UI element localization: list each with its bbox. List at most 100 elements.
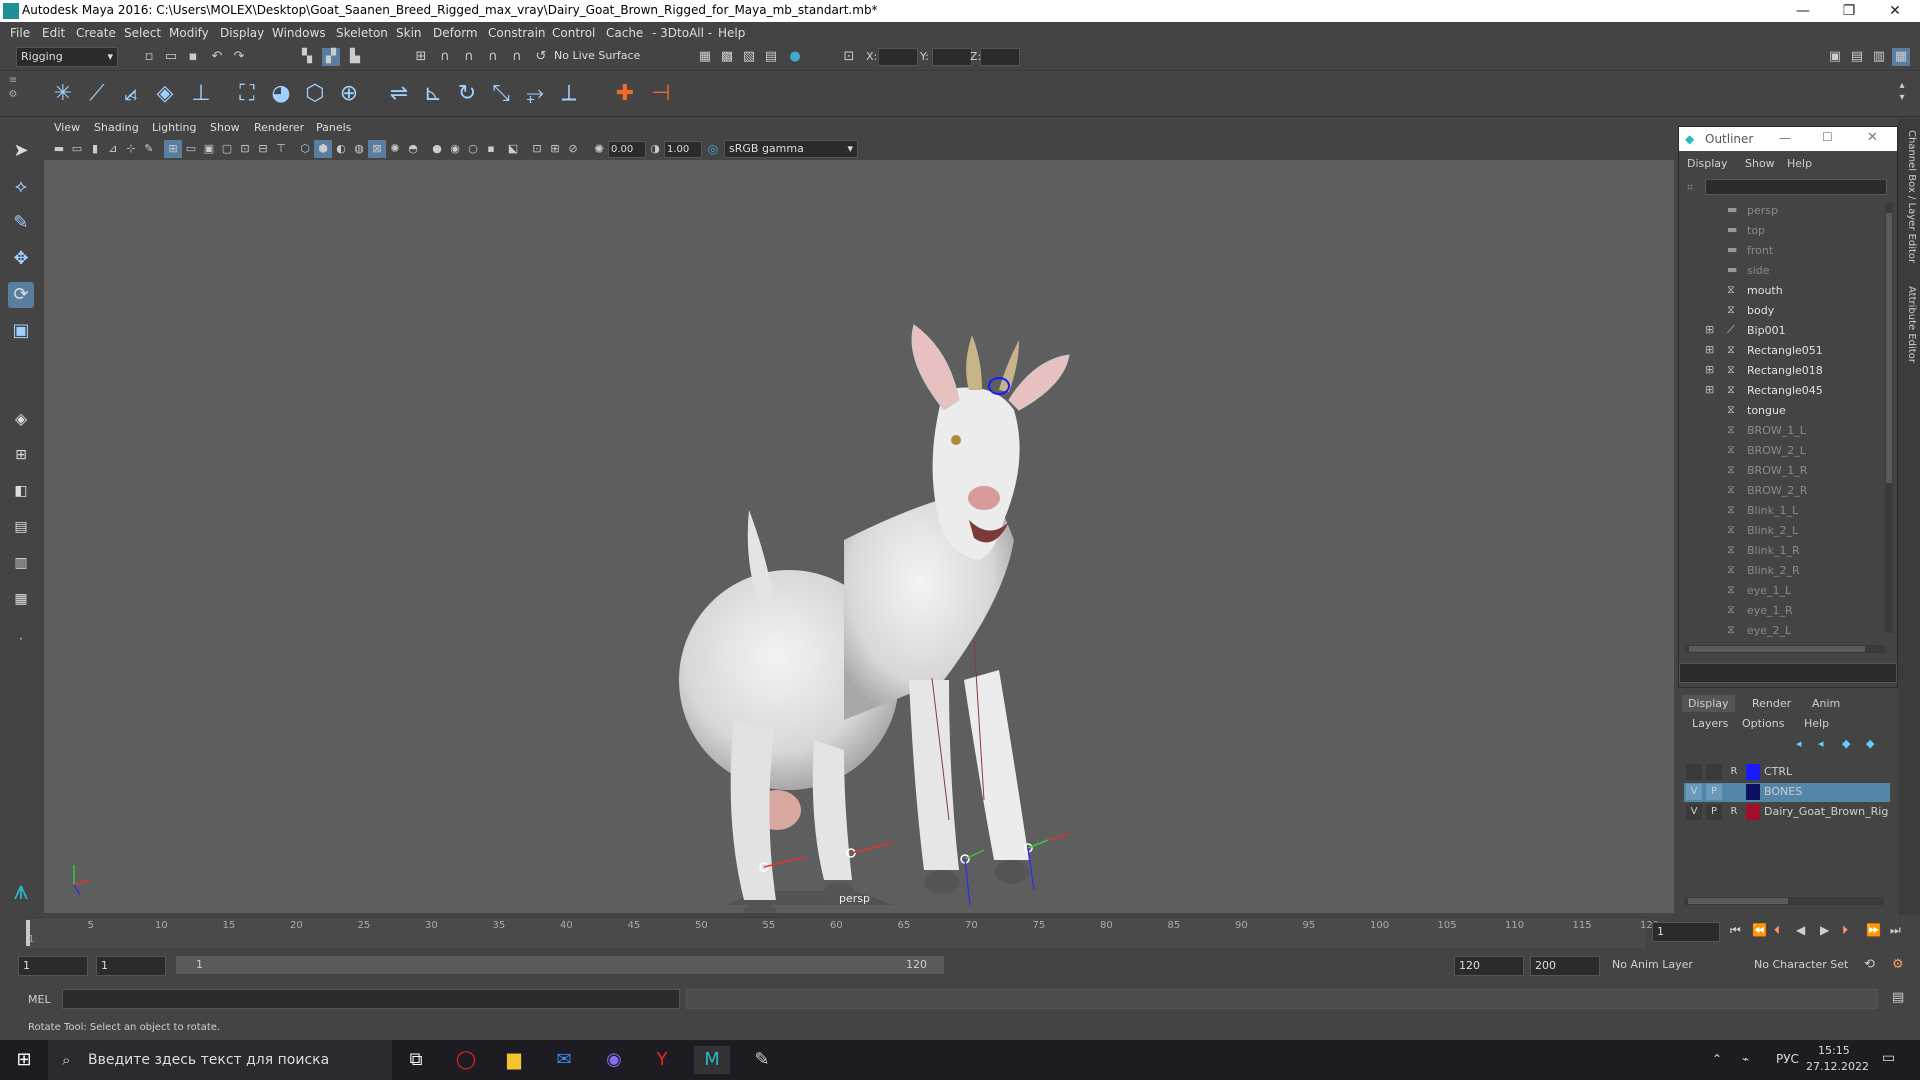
time-slider[interactable]: 1 5 10 15 20 25 30 35 40 45 50 55 60 65 70 75 80 85 90 95 10… <box>0 915 1920 950</box>
outliner-menu-display[interactable]: Display <box>1687 157 1728 170</box>
bind-skin-icon[interactable]: ⛶ <box>232 80 262 108</box>
cluster-icon[interactable]: ⊕ <box>334 80 364 108</box>
preferences-icon[interactable]: ⚙ <box>1892 957 1904 972</box>
menuset-dropdown[interactable]: Rigging ▾ <box>16 47 118 67</box>
outliner-item[interactable]: ▬ top <box>1685 221 1883 241</box>
film-gate-icon[interactable]: ▭ <box>182 140 200 158</box>
outliner-item[interactable]: ⧖ eye_2_L <box>1685 621 1883 641</box>
redo-icon[interactable]: ↷ <box>230 48 248 66</box>
menu-modify[interactable]: Modify <box>169 26 209 40</box>
layer-row[interactable]: V P BONES <box>1684 783 1890 802</box>
expand-icon[interactable]: ⊞ <box>1705 323 1714 336</box>
outliner-item[interactable]: ⧖ BROW_2_L <box>1685 441 1883 461</box>
layer-reference-toggle[interactable] <box>1726 784 1742 800</box>
play-backwards-icon[interactable]: ◀ <box>1796 923 1805 937</box>
command-input[interactable] <box>62 989 680 1009</box>
attribute-editor-toggle-icon[interactable]: ▤ <box>1848 48 1866 66</box>
panel-menu-shading[interactable]: Shading <box>94 121 139 134</box>
layer-reference-toggle[interactable]: R <box>1726 804 1742 820</box>
layer-row[interactable]: V P R Dairy_Goat_Brown_Rig <box>1684 803 1890 822</box>
character-set-dropdown[interactable]: No Character Set <box>1750 956 1864 974</box>
outliner-item[interactable]: ⧖ eye_1_L <box>1685 581 1883 601</box>
hypershade-icon[interactable]: ● <box>786 48 804 66</box>
set-driven-key-icon[interactable]: ⊣ <box>646 80 676 108</box>
backface-icon[interactable]: ⊘ <box>564 140 582 158</box>
snap-grid-icon[interactable]: ⊞ <box>412 48 430 66</box>
tool-settings-icon[interactable]: ▥ <box>1870 48 1888 66</box>
time-ruler[interactable]: 1 5 10 15 20 25 30 35 40 45 50 55 60 65 70 75 80 85 90 95 10… <box>26 917 1659 948</box>
menu-cache[interactable]: Cache <box>606 26 643 40</box>
safe-title-icon[interactable]: ⊤ <box>272 140 290 158</box>
textured-icon[interactable]: ◍ <box>350 140 368 158</box>
outliner-item[interactable]: ⧖ body <box>1685 301 1883 321</box>
panel-menu-show[interactable]: Show <box>210 121 240 134</box>
snap-surface-icon[interactable]: ∩ <box>508 48 526 66</box>
outliner-item[interactable]: ▬ side <box>1685 261 1883 281</box>
current-time-marker[interactable] <box>26 920 30 946</box>
auto-key-icon[interactable]: ⟲ <box>1864 957 1875 972</box>
gamma-field[interactable]: 1.00 <box>664 141 702 158</box>
menu-select[interactable]: Select <box>124 26 161 40</box>
maya-taskbar-icon[interactable]: M <box>694 1046 730 1074</box>
parent-constraint-icon[interactable]: ⇌ <box>384 80 414 108</box>
snap-live-icon[interactable]: ↺ <box>532 48 550 66</box>
outliner-item[interactable]: ⧖ BROW_1_L <box>1685 421 1883 441</box>
tab-anim[interactable]: Anim <box>1812 697 1840 710</box>
new-scene-icon[interactable]: ▫ <box>140 48 158 66</box>
layer-color-swatch[interactable] <box>1746 784 1760 800</box>
expand-icon[interactable]: ⊞ <box>1705 363 1714 376</box>
smooth-shade-icon[interactable]: ⬢ <box>314 140 332 158</box>
select-object-icon[interactable]: ▞ <box>322 48 340 66</box>
lasso-icon[interactable]: ⟡ <box>8 174 34 200</box>
close-button[interactable]: ✕ <box>1872 0 1918 22</box>
outliner-maximize-button[interactable]: ☐ <box>1822 130 1833 144</box>
tray-chevron-icon[interactable]: ⌃ <box>1712 1052 1722 1066</box>
outliner-menu-show[interactable]: Show <box>1745 157 1775 170</box>
layout-two-icon[interactable]: ◧ <box>8 478 34 504</box>
layer-visibility-toggle[interactable]: V <box>1686 784 1702 800</box>
move-icon[interactable]: ✥ <box>8 246 34 272</box>
opera-icon[interactable]: ◯ <box>448 1046 484 1074</box>
channel-box-toggle-icon[interactable]: ▦ <box>1892 48 1910 66</box>
task-view-icon[interactable]: ⧉ <box>398 1046 434 1074</box>
panel-menu-lighting[interactable]: Lighting <box>152 121 196 134</box>
xray-joints-icon[interactable]: ⊠ <box>368 140 386 158</box>
layer-row[interactable]: R CTRL <box>1684 763 1890 782</box>
play-forwards-icon[interactable]: ▶ <box>1820 923 1829 937</box>
snap-point-icon[interactable]: ∩ <box>460 48 478 66</box>
menu-edit[interactable]: Edit <box>42 26 65 40</box>
menu-deform[interactable]: Deform <box>433 26 478 40</box>
discord-icon[interactable]: ◉ <box>596 1046 632 1074</box>
cmd-language-label[interactable]: MEL <box>28 993 51 1006</box>
menu-display[interactable]: Display <box>220 26 264 40</box>
color-management-icon[interactable]: ◎ <box>704 140 722 158</box>
gate-mask-icon[interactable]: ▢ <box>218 140 236 158</box>
filter-icon[interactable]: ⌗ <box>1687 181 1693 195</box>
outliner-item[interactable]: ⧖ Blink_1_L <box>1685 501 1883 521</box>
shelf-scroll-icon[interactable]: ▴ ▾ <box>1894 80 1910 108</box>
layer-hscrollbar[interactable] <box>1684 897 1884 905</box>
layer-visibility-toggle[interactable]: V <box>1686 804 1702 820</box>
step-forward-key-icon[interactable]: ⏩ <box>1866 923 1881 937</box>
playback-end-field[interactable]: 120 <box>1454 956 1524 976</box>
menu-3dtoall[interactable]: - 3DtoAll - <box>652 26 712 40</box>
joint-tool-icon[interactable]: ✳ <box>48 80 78 108</box>
pole-vector-icon[interactable]: ⟂ <box>554 80 584 108</box>
outliner-item[interactable]: ⧖ Blink_1_R <box>1685 541 1883 561</box>
move-layer-down-icon[interactable]: ◂ <box>1818 737 1824 750</box>
layout-single-icon[interactable]: ◈ <box>8 406 34 432</box>
rotate-icon[interactable]: ⟳ <box>8 282 34 308</box>
script-editor-icon[interactable]: ▤ <box>1892 990 1904 1005</box>
render-frame-icon[interactable]: ▩ <box>718 48 736 66</box>
resolution-gate-icon[interactable]: ▣ <box>200 140 218 158</box>
layer-menu-options[interactable]: Options <box>1742 717 1784 730</box>
outliner-item[interactable]: ⧖ Blink_2_L <box>1685 521 1883 541</box>
lattice-icon[interactable]: ⬡ <box>300 80 330 108</box>
wireframe-icon[interactable]: ⬡ <box>296 140 314 158</box>
anim-layer-dropdown[interactable]: No Anim Layer <box>1608 956 1748 974</box>
layer-playback-toggle[interactable] <box>1706 764 1722 780</box>
paint-select-icon[interactable]: ✎ <box>8 210 34 236</box>
panel-menu-view[interactable]: View <box>54 121 80 134</box>
locator-icon[interactable]: ✚ <box>610 80 640 108</box>
mirror-joint-icon[interactable]: ◈ <box>150 80 180 108</box>
